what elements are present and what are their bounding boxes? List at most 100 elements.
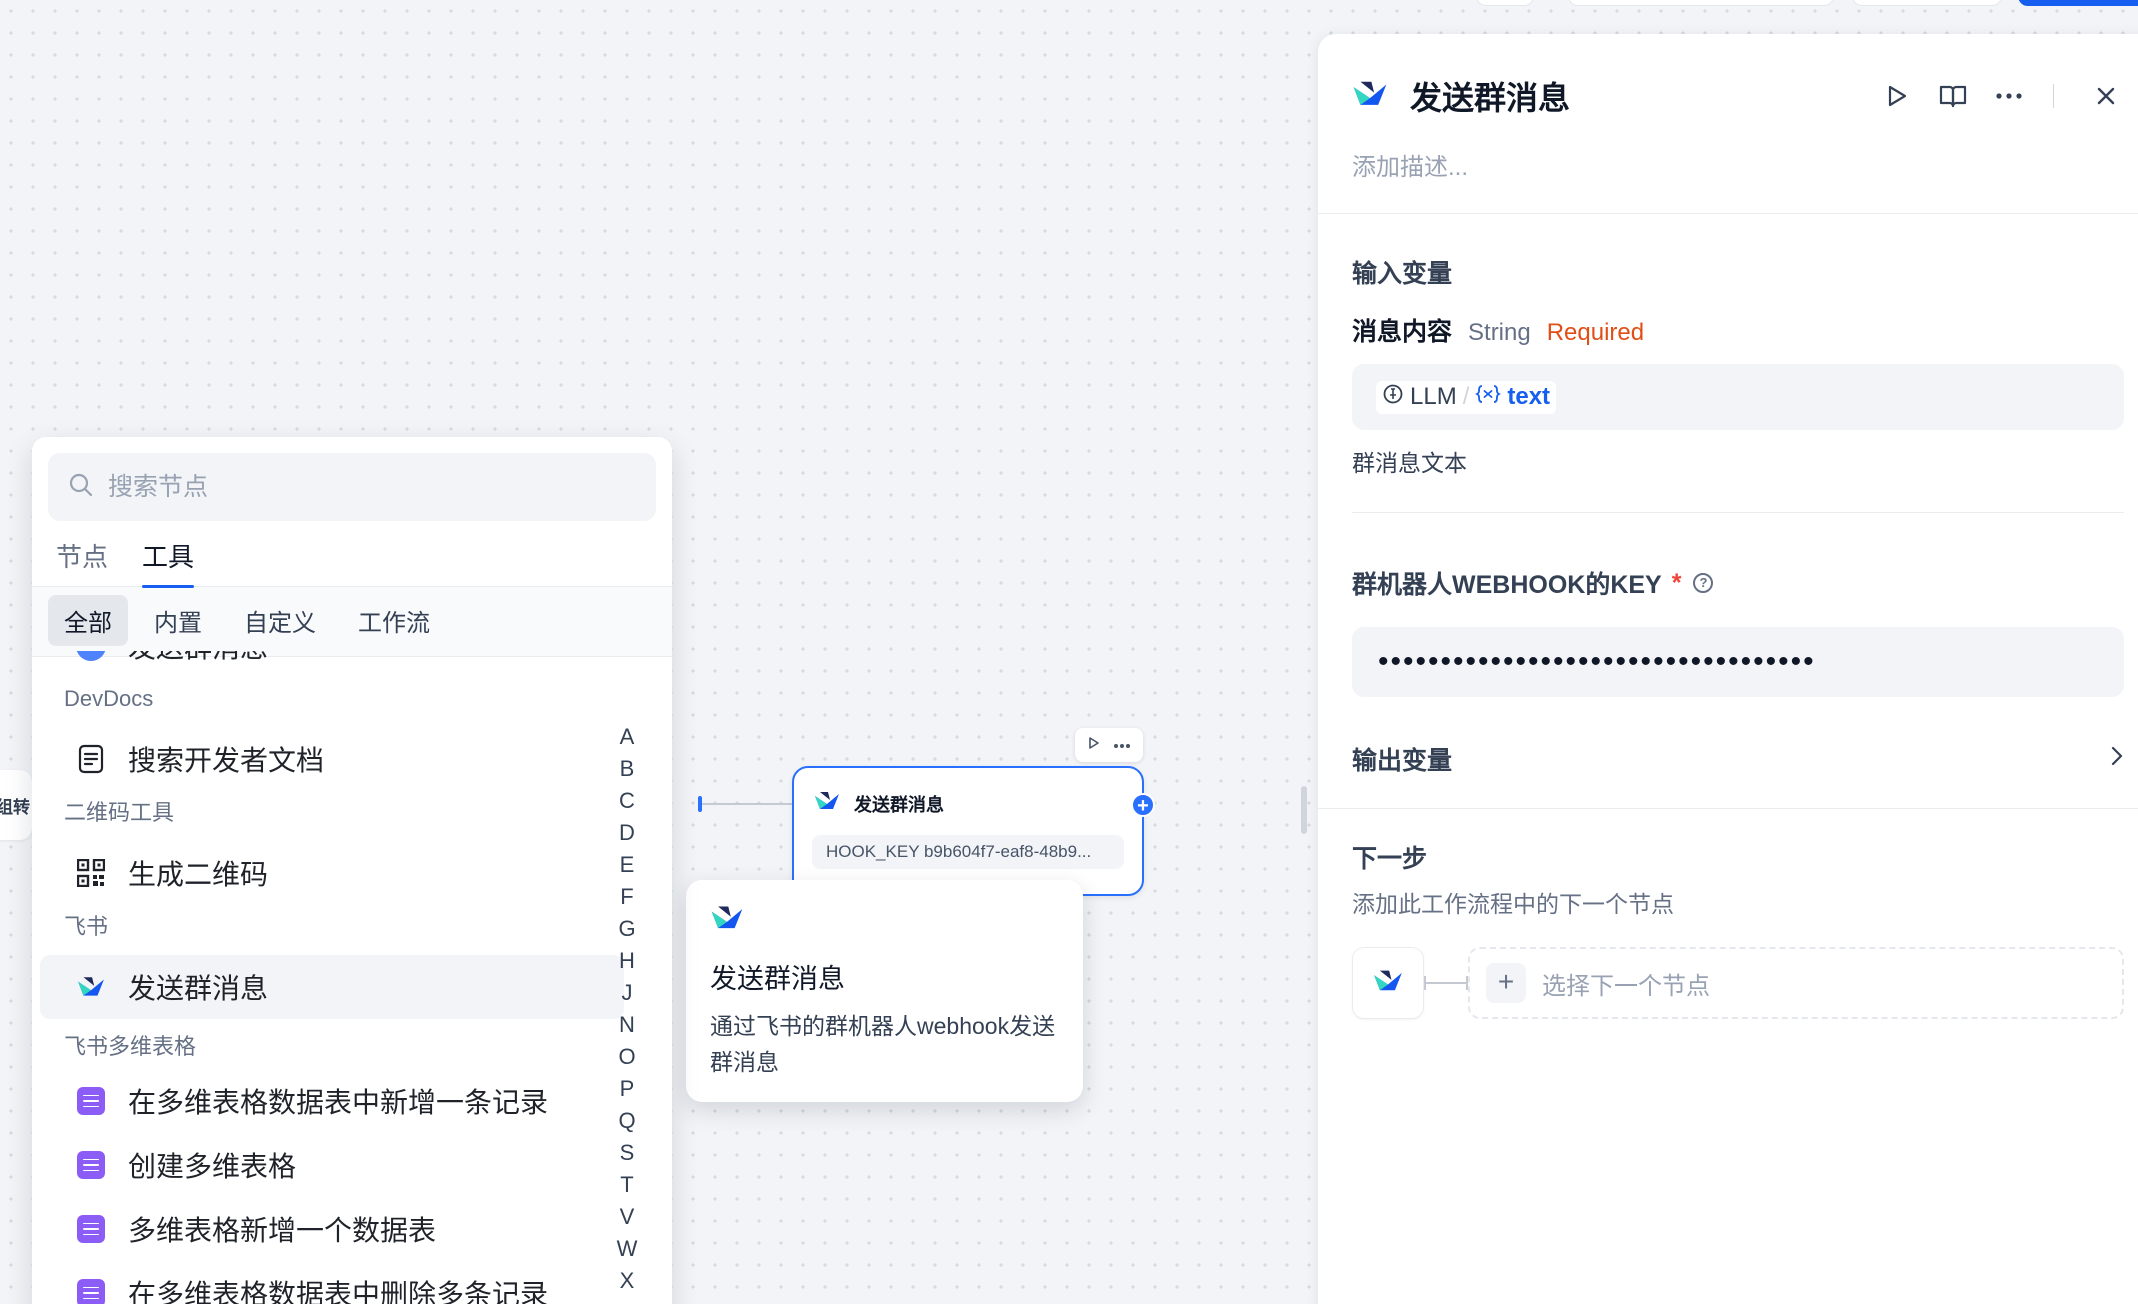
bitable-icon: [76, 1086, 106, 1116]
alpha-index-letter[interactable]: C: [612, 785, 642, 817]
variable-icon: [1475, 383, 1502, 411]
alpha-index-letter[interactable]: F: [612, 881, 642, 913]
alpha-index-letter[interactable]: H: [612, 945, 642, 977]
book-icon[interactable]: [1933, 76, 1973, 116]
variable-help-text: 群消息文本: [1352, 450, 1467, 476]
alpha-index-letter[interactable]: P: [612, 1073, 642, 1105]
search-input[interactable]: [108, 472, 636, 502]
list-item-label: 搜索开发者文档: [128, 745, 325, 776]
feishu-icon: [710, 906, 744, 936]
list-item[interactable]: 发送群消息: [40, 955, 624, 1019]
filter-builtin[interactable]: 内置: [138, 595, 218, 646]
alpha-index-letter[interactable]: Q: [612, 1105, 642, 1137]
alpha-index-letter[interactable]: A: [612, 721, 642, 753]
list-item-label: 在多维表格数据表中删除多条记录: [128, 1279, 549, 1304]
alpha-index-letter[interactable]: B: [612, 753, 642, 785]
list-item[interactable]: 在多维表格数据表中删除多条记录: [40, 1261, 624, 1304]
webhook-key-label: 群机器人WEBHOOK的KEY * ?: [1352, 565, 2124, 601]
canvas-node-send-group-message[interactable]: 发送群消息 HOOK_KEY b9b604f7-eaf8-48b9...: [792, 766, 1144, 896]
list-item-label: 发送群消息: [128, 651, 268, 666]
run-node-icon[interactable]: [1087, 736, 1101, 755]
list-item[interactable]: 多维表格新增一个数据表: [40, 1197, 624, 1261]
filter-workflow[interactable]: 工作流: [342, 595, 446, 646]
toolbar-divider: [2053, 84, 2054, 108]
required-star: *: [1671, 568, 1682, 597]
next-connector-line: [1424, 976, 1468, 990]
canvas-node-partial[interactable]: 组转: [0, 770, 32, 840]
list-item[interactable]: 发送群消息: [40, 651, 624, 671]
canvas-node-param: HOOK_KEY b9b604f7-eaf8-48b9...: [812, 835, 1124, 869]
alpha-index-letter[interactable]: T: [612, 1169, 642, 1201]
tooltip-description: 通过飞书的群机器人webhook发送群消息: [710, 1013, 1056, 1075]
variable-type: String: [1468, 319, 1531, 346]
list-item[interactable]: 生成二维码: [40, 841, 624, 905]
alpha-index-letter[interactable]: W: [612, 1233, 642, 1265]
canvas-node-title: 发送群消息: [854, 794, 944, 815]
chevron-right-icon: [2110, 745, 2124, 772]
description-input[interactable]: [1352, 154, 1952, 182]
more-icon[interactable]: [1989, 76, 2029, 116]
output-variables-row[interactable]: 输出变量: [1318, 709, 2138, 809]
list-item-label: 发送群消息: [128, 973, 269, 1004]
publish-button[interactable]: [2018, 0, 2138, 6]
variable-selector[interactable]: LLM / text: [1352, 364, 2124, 430]
more-icon[interactable]: [1113, 736, 1131, 754]
alpha-index-letter[interactable]: N: [612, 1009, 642, 1041]
qrcode-icon: [76, 858, 106, 888]
feishu-icon: [1352, 79, 1388, 114]
alpha-index-letter[interactable]: V: [612, 1201, 642, 1233]
input-variables-title: 输入变量: [1352, 260, 1453, 288]
select-next-node-button[interactable]: + 选择下一个节点: [1468, 947, 2124, 1019]
toolbar-button-3[interactable]: [1852, 0, 2002, 6]
help-icon[interactable]: ?: [1693, 573, 1714, 593]
tab-nodes[interactable]: 节点: [56, 537, 108, 587]
tool-list: 发送群消息 DevDocs 搜索开发者文档 二维码工具 生成二维码 飞书: [32, 651, 632, 1304]
current-node-thumb: [1352, 947, 1424, 1019]
webhook-key-field: [1352, 627, 2124, 697]
bitable-icon: [76, 1278, 106, 1304]
alpha-index-letter[interactable]: J: [612, 977, 642, 1009]
alpha-index-letter[interactable]: E: [612, 849, 642, 881]
variable-name: 消息内容: [1352, 318, 1453, 346]
alpha-index-letter[interactable]: X: [612, 1265, 642, 1297]
alpha-index-letter[interactable]: O: [612, 1041, 642, 1073]
panel-resize-handle[interactable]: [1301, 786, 1307, 834]
inspector-title: 发送群消息: [1410, 80, 1571, 116]
filter-all[interactable]: 全部: [48, 595, 128, 646]
alphabet-index: A B C D E F G H J N O P Q S T V W X: [612, 721, 642, 1297]
alpha-index-letter[interactable]: S: [612, 1137, 642, 1169]
toolbar-button-1[interactable]: [1476, 0, 1534, 6]
close-icon[interactable]: [2086, 76, 2126, 116]
toolbar-button-2[interactable]: [1568, 0, 1834, 6]
connection-line: [700, 803, 792, 805]
section-divider: [1352, 512, 2124, 513]
bitable-icon: [76, 1150, 106, 1180]
list-item[interactable]: 搜索开发者文档: [40, 727, 624, 791]
next-step-title: 下一步: [1352, 845, 1428, 873]
search-box: [48, 453, 656, 521]
picker-tabs: 节点 工具: [32, 537, 672, 588]
tool-filter-tabs: 全部 内置 自定义 工作流: [32, 587, 672, 657]
source-variable-name: text: [1507, 383, 1551, 410]
list-item[interactable]: 创建多维表格: [40, 1133, 624, 1197]
node-picker-panel: 节点 工具 全部 内置 自定义 工作流 发送群消息 DevDocs 搜索开发者文…: [32, 437, 672, 1304]
alpha-index-letter[interactable]: D: [612, 817, 642, 849]
filter-custom[interactable]: 自定义: [228, 595, 332, 646]
output-variables-title: 输出变量: [1352, 746, 1453, 775]
alpha-index-letter[interactable]: G: [612, 913, 642, 945]
feishu-icon: [76, 972, 106, 1002]
group-header: 飞书: [64, 914, 109, 939]
variable-reference-chip[interactable]: LLM / text: [1376, 380, 1557, 414]
run-icon[interactable]: [1877, 76, 1917, 116]
list-item-label: 生成二维码: [128, 859, 269, 890]
plus-icon: +: [1486, 963, 1526, 1003]
add-next-node-handle[interactable]: +: [1131, 793, 1155, 817]
webhook-key-input[interactable]: [1378, 645, 2098, 679]
path-separator: /: [1462, 383, 1470, 410]
connection-handle[interactable]: [698, 796, 702, 812]
document-icon: [76, 744, 106, 774]
group-header: 二维码工具: [64, 800, 175, 825]
group-header: 飞书多维表格: [64, 1034, 197, 1059]
list-item[interactable]: 在多维表格数据表中新增一条记录: [40, 1069, 624, 1133]
tab-tools[interactable]: 工具: [142, 537, 195, 588]
